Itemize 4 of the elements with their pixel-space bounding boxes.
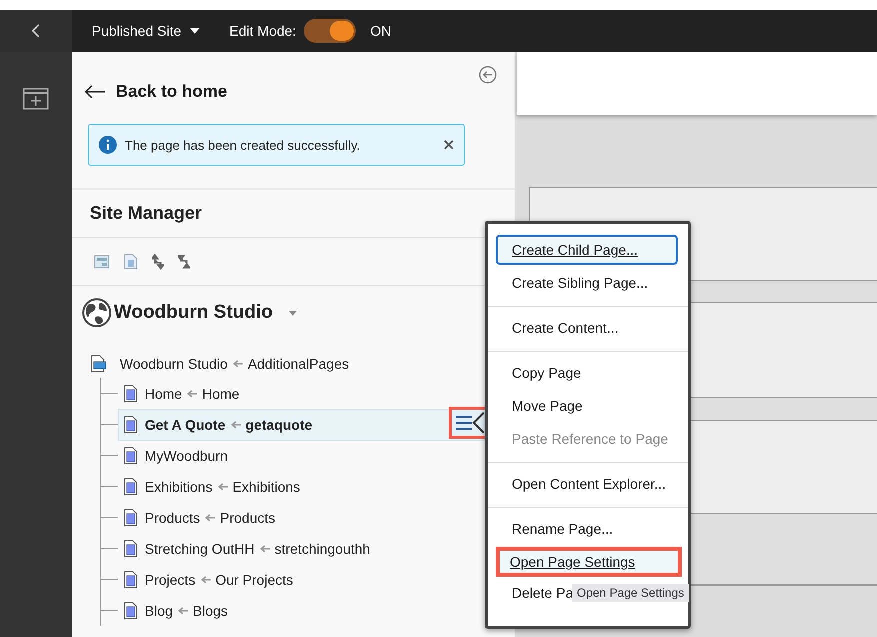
- edit-mode-label: Edit Mode:: [230, 23, 296, 39]
- toggle-state-text: ON: [370, 23, 392, 39]
- alert-message: The page has been created successfully.: [125, 138, 362, 152]
- tooltip: Open Page Settings: [572, 584, 690, 602]
